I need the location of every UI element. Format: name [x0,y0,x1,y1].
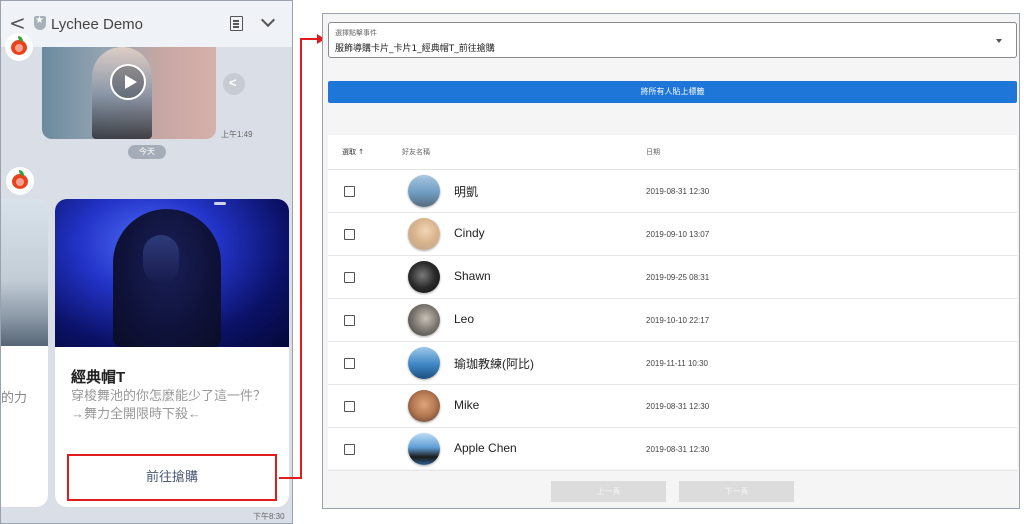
back-icon[interactable]: < [9,13,26,33]
friend-avatar [408,390,440,422]
friend-avatar [408,304,440,336]
apple-logo-icon [12,170,28,189]
card-description: 穿梭舞池的你怎麼能少了這一件？→舞力全開限時下殺← [71,388,267,421]
row-date: 2019-08-31 12:30 [646,402,710,411]
card-text-fragment: 的力 [1,390,28,405]
select-label: 選擇點擊事件 [335,29,377,37]
friend-name: Mike [454,398,480,412]
figure-face [143,235,179,283]
row-checkbox[interactable] [344,315,355,326]
message-time: 上午1:49 [221,130,253,139]
card-image [1,199,48,346]
row-checkbox[interactable] [344,272,355,283]
row-checkbox[interactable] [344,358,355,369]
table-header: 選取 ↑ 好友名稱 日期 [328,135,1017,170]
row-checkbox[interactable] [344,229,355,240]
bot-avatar[interactable] [5,33,33,61]
card-image [55,199,289,347]
next-page-button[interactable]: 下一頁 [679,481,794,502]
carousel-card-product: 經典帽T 穿梭舞池的你怎麼能少了這一件？→舞力全開限時下殺← 前往搶購 [55,199,289,507]
screenshot-root: < Lychee Demo 上午1:49 今天 的力 經典帽T 穿梭 [0,0,1024,524]
table-row: Shawn 2019-09-25 08:31 [328,256,1017,299]
row-date: 2019-10-10 22:17 [646,316,710,325]
friends-table: 選取 ↑ 好友名稱 日期 明凱 2019-08-31 12:30 Cindy 2… [328,135,1017,471]
bot-avatar[interactable] [6,167,34,195]
friend-avatar [408,347,440,379]
date-separator: 今天 [128,145,166,159]
friend-name: Apple Chen [454,441,517,455]
date-column-header: 日期 [646,148,660,156]
connector-line [300,38,302,479]
dropdown-arrow-icon[interactable] [996,39,1002,43]
carousel-indicator [214,202,226,205]
table-row: Leo 2019-10-10 22:17 [328,299,1017,342]
previous-page-button[interactable]: 上一頁 [551,481,666,502]
chevron-down-icon[interactable] [260,12,276,28]
row-date: 2019-09-25 08:31 [646,273,710,282]
name-column-header: 好友名稱 [402,148,430,156]
connector-line [279,477,301,479]
row-date: 2019-11-11 10:30 [646,359,708,368]
table-row: Cindy 2019-09-10 13:07 [328,213,1017,256]
table-row: Apple Chen 2019-08-31 12:30 [328,428,1017,471]
row-checkbox[interactable] [344,444,355,455]
table-row: 明凱 2019-08-31 12:30 [328,170,1017,213]
share-icon[interactable] [223,73,245,95]
click-event-select[interactable]: 選擇點擊事件 服飾導購卡片_卡片1_經典帽T_前往搶購 [328,22,1017,58]
tag-all-button[interactable]: 將所有人貼上標籤 [328,81,1017,103]
friend-avatar [408,175,440,207]
table-row: 瑜珈教練(阿比) 2019-11-11 10:30 [328,342,1017,385]
friend-name: 明凱 [454,185,479,199]
connector-line [300,38,317,40]
row-date: 2019-09-10 13:07 [646,230,710,239]
carousel-card-previous[interactable]: 的力 [1,199,48,507]
friend-name: 瑜珈教練(阿比) [454,357,534,371]
notes-icon[interactable] [230,16,243,31]
friend-name: Cindy [454,226,485,240]
chat-title: Lychee Demo [51,16,143,33]
row-checkbox[interactable] [344,401,355,412]
phone-chat-screen: < Lychee Demo 上午1:49 今天 的力 經典帽T 穿梭 [0,0,293,524]
row-date: 2019-08-31 12:30 [646,445,710,454]
apple-logo-icon [11,36,27,55]
friend-avatar [408,218,440,250]
shield-icon [34,15,46,30]
row-date: 2019-08-31 12:30 [646,187,710,196]
row-checkbox[interactable] [344,186,355,197]
friend-avatar [408,433,440,465]
select-value: 服飾導購卡片_卡片1_經典帽T_前往搶購 [335,44,495,54]
chat-header: < Lychee Demo [1,1,292,47]
friend-name: Leo [454,312,475,326]
play-icon[interactable] [110,64,146,100]
friend-avatar [408,261,440,293]
table-row: Mike 2019-08-31 12:30 [328,385,1017,428]
admin-panel: 選擇點擊事件 服飾導購卡片_卡片1_經典帽T_前往搶購 將所有人貼上標籤 選取 … [322,13,1020,509]
video-message[interactable] [42,47,216,139]
card-title: 經典帽T [71,369,126,386]
friend-name: Shawn [454,269,491,283]
select-column-header[interactable]: 選取 ↑ [342,147,364,157]
message-time: 下午8:30 [253,512,285,521]
shop-now-button[interactable]: 前往搶購 [67,454,277,501]
